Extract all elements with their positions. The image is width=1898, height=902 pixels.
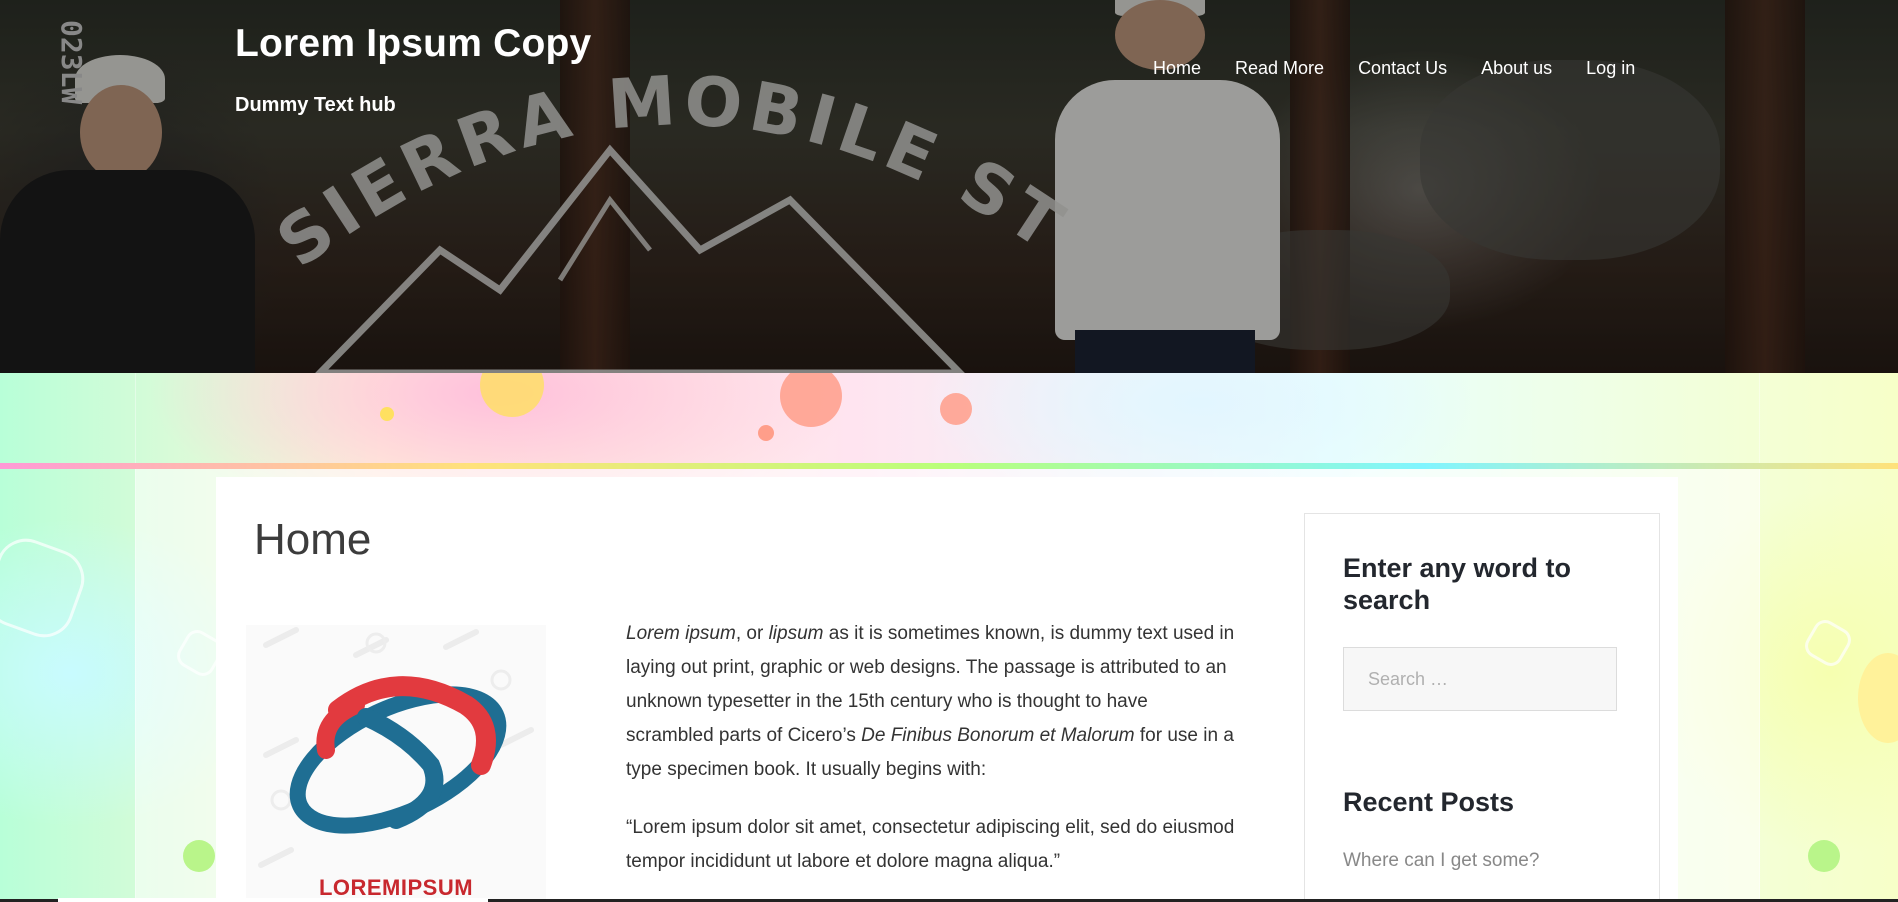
sidebar: Enter any word to search Recent Posts Wh… xyxy=(1304,513,1660,902)
site-title[interactable]: Lorem Ipsum Copy xyxy=(235,22,591,66)
hero-banner: SIERRA MOBILE STORAGE 023LW Lorem Ipsum … xyxy=(0,0,1898,373)
nav-item-about-us[interactable]: About us xyxy=(1481,58,1552,79)
decorative-bubble xyxy=(183,840,215,872)
nav-item-contact-us[interactable]: Contact Us xyxy=(1358,58,1447,79)
emphasis: lipsum xyxy=(768,623,824,644)
search-input[interactable] xyxy=(1343,647,1617,711)
decorative-bubble xyxy=(380,407,394,421)
bottom-segment xyxy=(58,898,488,902)
nav-item-home[interactable]: Home xyxy=(1153,58,1201,79)
decorative-bubble xyxy=(1808,840,1840,872)
nav-item-log-in[interactable]: Log in xyxy=(1586,58,1635,79)
recent-post-link[interactable]: Where can I get some? xyxy=(1343,850,1539,872)
search-widget-title: Enter any word to search xyxy=(1343,553,1572,615)
text-run: , or xyxy=(735,623,769,644)
page-title: Home xyxy=(254,515,372,564)
logo-icon xyxy=(258,627,534,868)
emphasis: De Finibus Bonorum et Malorum xyxy=(861,725,1135,746)
nav-item-read-more[interactable]: Read More xyxy=(1235,58,1324,79)
article-paragraph: Lorem ipsum, or lipsum as it is sometime… xyxy=(626,617,1236,787)
emphasis: Lorem ipsum xyxy=(626,623,736,644)
decorative-bubble xyxy=(940,393,972,425)
rainbow-bar xyxy=(0,463,1898,469)
site-tagline: Dummy Text hub xyxy=(235,94,396,116)
article-body: Lorem ipsum, or lipsum as it is sometime… xyxy=(626,617,1236,902)
content-card: Home LOREMIPSUM Lorem ipsum, or lipsum a… xyxy=(216,477,1678,902)
article-paragraph: “Lorem ipsum dolor sit amet, consectetur… xyxy=(626,817,1235,872)
decorative-bubble xyxy=(758,425,774,441)
decorative-bubble xyxy=(1858,653,1898,743)
camera-doodle-icon xyxy=(1800,615,1856,671)
recent-posts-title: Recent Posts xyxy=(1343,787,1515,817)
article-image: LOREMIPSUM xyxy=(246,625,546,902)
main-nav: Home Read More Contact Us About us Log i… xyxy=(1153,58,1669,79)
egg-doodle-icon xyxy=(0,530,93,646)
